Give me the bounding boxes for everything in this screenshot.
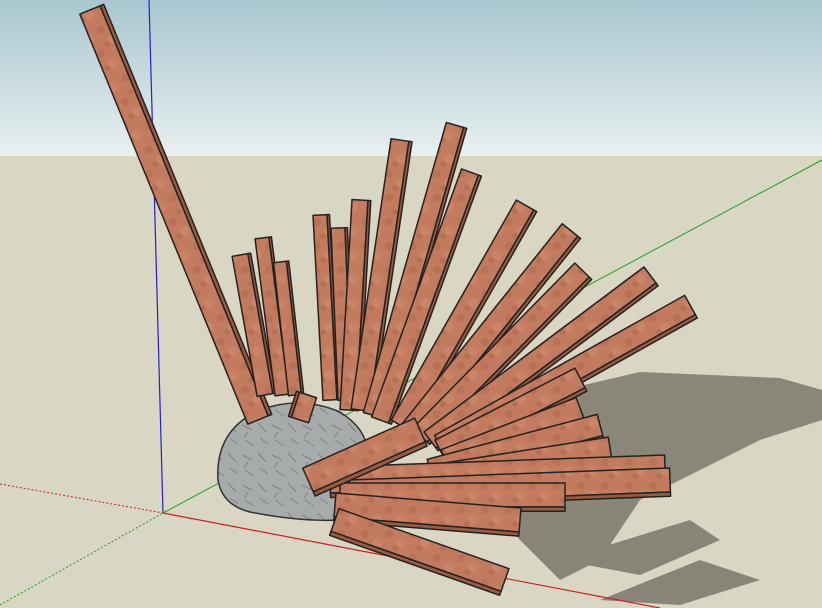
3d-viewport[interactable] [0, 0, 822, 608]
scene-canvas[interactable] [0, 0, 822, 608]
